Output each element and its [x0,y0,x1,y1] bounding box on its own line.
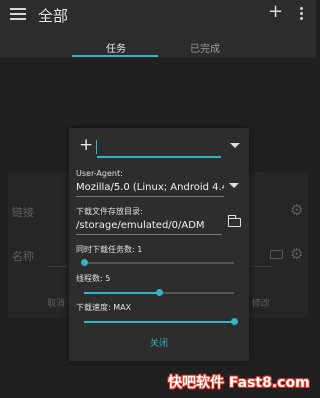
concurrent-tasks-label: 同时下载任务数: 1 [76,245,143,254]
plus-icon: + [79,135,94,155]
folder-icon[interactable] [227,215,241,227]
concurrent-tasks-slider[interactable] [81,259,234,266]
threads-slider[interactable] [84,289,234,296]
user-agent-dropdown-icon[interactable] [229,183,239,188]
close-button[interactable]: 关闭 [69,336,249,349]
user-agent-select[interactable]: Mozilla/5.0 (Linux; Android 4.4.2; [76,182,224,193]
speed-label: 下载速度: MAX [76,303,132,312]
download-dir-input[interactable]: /storage/emulated/0/ADM [76,220,222,231]
gear-icon: ⚙ [290,201,304,219]
user-agent-label: User-Agent: [76,169,123,178]
tab-completed[interactable]: 已完成 [190,40,220,55]
slider-thumb[interactable] [156,289,163,296]
gear-icon: ⚙ [290,245,304,263]
page-title: 全部 [38,7,69,25]
add-download-dialog: + User-Agent: Mozilla/5.0 (Linux; Androi… [69,128,249,361]
app-bar: 全部 + 任务 已完成 [0,0,316,58]
folder-icon [270,250,283,259]
text-cursor [96,140,97,154]
watermark-logo: 快吧软件 Fast8.com [168,375,310,391]
url-input-underline [97,156,221,158]
download-dir-underline [76,234,222,235]
tab-tasks[interactable]: 任务 [106,40,126,55]
threads-label: 线程数: 5 [76,274,111,283]
user-agent-underline [76,196,224,197]
modify-button: 修改 [252,299,271,309]
link-label: 链接 [12,206,34,219]
cancel-button: 取消 [47,299,66,309]
speed-slider[interactable] [84,318,238,325]
slider-fill [84,321,234,323]
slider-thumb[interactable] [81,259,88,266]
name-label: 名称 [12,250,34,263]
slider-fill [84,292,159,294]
plus-icon[interactable]: + [268,3,283,21]
dropdown-arrow-icon[interactable] [230,143,240,148]
slider-thumb[interactable] [231,318,238,325]
hamburger-menu-icon[interactable] [10,8,26,21]
overflow-menu-icon[interactable] [300,7,304,22]
tab-indicator [72,55,158,57]
download-dir-label: 下载文件存放目录: [76,207,143,216]
